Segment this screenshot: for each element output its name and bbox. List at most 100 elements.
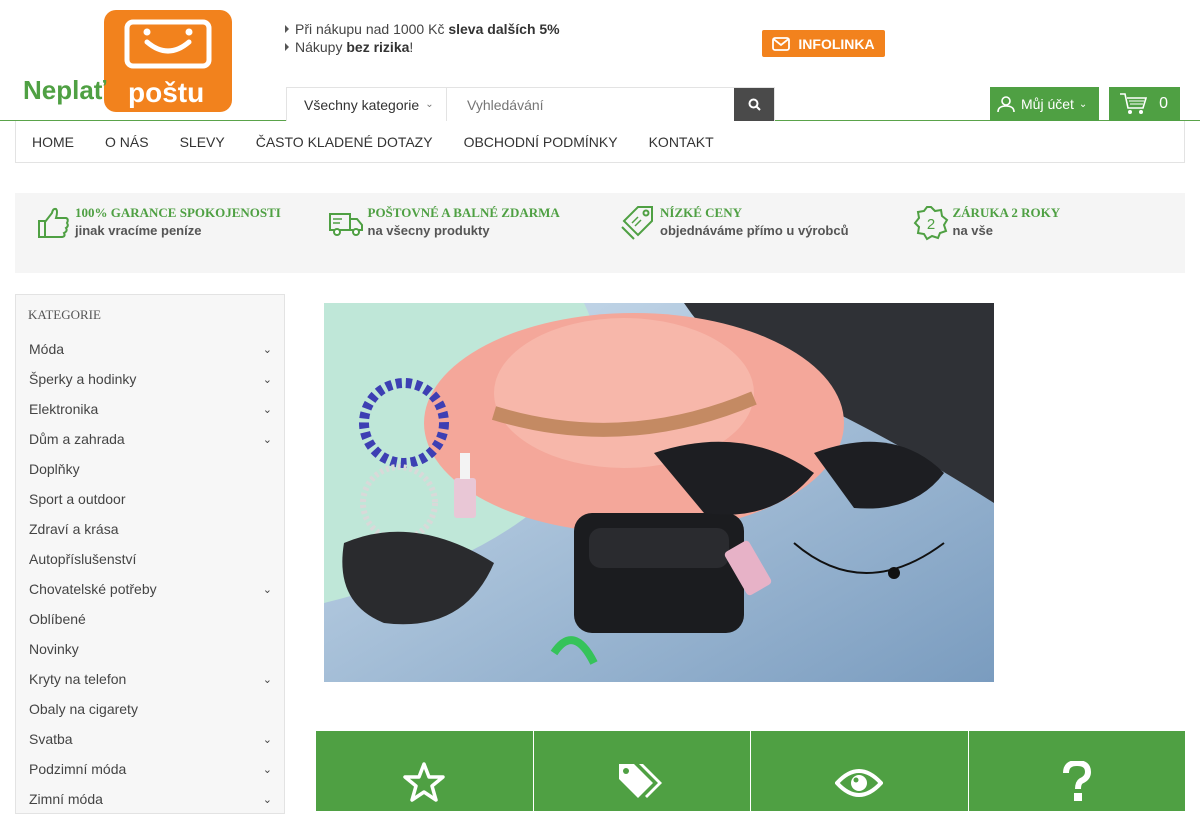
category-item[interactable]: Šperky a hodinky ⌄ xyxy=(16,364,284,394)
sidebar-heading: KATEGORIE xyxy=(28,307,101,322)
category-item[interactable]: Dům a zahrada ⌄ xyxy=(16,424,284,454)
logo-text-white: poštu xyxy=(128,77,204,108)
benefits-bar: 100% GARANCE SPOKOJENOSTI jinak vracíme … xyxy=(15,193,1185,273)
chevron-down-icon[interactable]: ⌄ xyxy=(263,373,272,386)
category-list: Móda ⌄ Šperky a hodinky ⌄ Elektronika ⌄ Dům a … xyxy=(16,334,284,814)
search-bar: Všechny kategorie ⌄ xyxy=(286,87,775,121)
category-item[interactable]: Podzimní móda ⌄ xyxy=(16,754,284,784)
category-item-label: Novinky xyxy=(29,641,79,657)
search-button[interactable] xyxy=(734,88,774,121)
question-icon xyxy=(1062,761,1091,801)
svg-text:2: 2 xyxy=(926,216,934,233)
tags-icon xyxy=(618,764,662,798)
benefit-title: 100% GARANCE SPOKOJENOSTI xyxy=(75,205,281,220)
hero-banner-image[interactable] xyxy=(324,303,994,682)
category-item[interactable]: Obaly na cigarety xyxy=(16,694,284,724)
category-item[interactable]: Zdraví a krása xyxy=(16,514,284,544)
tile-favorites[interactable] xyxy=(316,731,533,811)
category-item[interactable]: Sport a outdoor xyxy=(16,484,284,514)
benefit-subtitle: objednáváme přímo u výrobců xyxy=(660,223,849,238)
chevron-down-icon[interactable]: ⌄ xyxy=(263,793,272,806)
promo-line-1-bold: sleva dalších 5% xyxy=(448,21,560,37)
category-item[interactable]: Zimní móda ⌄ xyxy=(16,784,284,814)
price-tag-icon xyxy=(621,206,653,240)
site-logo[interactable]: Neplať poštu xyxy=(22,8,234,114)
tile-help[interactable] xyxy=(968,731,1185,811)
promo-line-2-suffix: ! xyxy=(409,39,414,55)
nav-contact[interactable]: KONTAKT xyxy=(649,134,714,150)
chevron-down-icon[interactable]: ⌄ xyxy=(263,733,272,746)
benefit-title: NÍZKÉ CENY xyxy=(660,205,742,220)
category-item-label: Obaly na cigarety xyxy=(29,701,138,717)
bullet-triangle-icon xyxy=(285,25,289,33)
nav-terms[interactable]: OBCHODNÍ PODMÍNKY xyxy=(464,134,618,150)
tile-watched[interactable] xyxy=(751,731,968,811)
benefit-title: POŠTOVNÉ A BALNÉ ZDARMA xyxy=(367,205,560,220)
chevron-down-icon[interactable]: ⌄ xyxy=(263,583,272,596)
category-item-label: Elektronika xyxy=(29,401,99,417)
search-input[interactable] xyxy=(447,88,734,121)
chevron-down-icon[interactable]: ⌄ xyxy=(263,343,272,356)
tile-discounts[interactable] xyxy=(533,731,750,811)
category-item[interactable]: Novinky xyxy=(16,634,284,664)
promo-line-2-prefix: Nákupy xyxy=(295,39,343,55)
eye-icon xyxy=(835,769,884,797)
category-item[interactable]: Kryty na telefon ⌄ xyxy=(16,664,284,694)
chevron-down-icon[interactable]: ⌄ xyxy=(263,673,272,686)
benefit-subtitle: na vše xyxy=(952,223,993,238)
infolinka-label: INFOLINKA xyxy=(798,35,875,52)
category-item-label: Zdraví a krása xyxy=(29,521,119,537)
logo-text-green: Neplať xyxy=(23,75,107,105)
promo-line-1: Při nákupu nad 1000 Kč sleva dalších 5% xyxy=(285,20,560,38)
cart-button[interactable]: 0 xyxy=(1109,87,1180,121)
nav-faq[interactable]: ČASTO KLADENÉ DOTAZY xyxy=(256,134,433,150)
account-button[interactable]: Můj účet ⌄ xyxy=(990,87,1099,121)
thumbs-up-icon xyxy=(38,207,69,238)
nav-about[interactable]: O NÁS xyxy=(105,134,149,150)
benefit-title: ZÁRUKA 2 ROKY xyxy=(952,205,1061,220)
category-item[interactable]: Chovatelské potřeby ⌄ xyxy=(16,574,284,604)
category-item[interactable]: Oblíbené xyxy=(16,604,284,634)
category-item-label: Kryty na telefon xyxy=(29,671,127,687)
nav-discounts[interactable]: SLEVY xyxy=(180,134,225,150)
feature-tiles xyxy=(316,731,1185,811)
nav-home[interactable]: HOME xyxy=(32,134,74,150)
category-item[interactable]: Móda ⌄ xyxy=(16,334,284,364)
category-item-label: Dům a zahrada xyxy=(29,431,125,447)
benefit-low-prices: NÍZKÉ CENY objednáváme přímo u výrobců xyxy=(600,193,893,273)
site-header: Neplať poštu Při nákupu nad 1000 Kč slev… xyxy=(0,0,1200,121)
category-item[interactable]: Elektronika ⌄ xyxy=(16,394,284,424)
category-item-label: Doplňky xyxy=(29,461,80,477)
account-label: Můj účet xyxy=(1021,96,1074,112)
search-icon xyxy=(748,98,761,111)
category-item[interactable]: Svatba ⌄ xyxy=(16,724,284,754)
category-select[interactable]: Všechny kategorie ⌄ xyxy=(287,88,447,121)
category-item-label: Móda xyxy=(29,341,65,357)
chevron-down-icon[interactable]: ⌄ xyxy=(263,403,272,416)
promo-text: Při nákupu nad 1000 Kč sleva dalších 5% … xyxy=(285,20,560,56)
chevron-down-icon[interactable]: ⌄ xyxy=(263,433,272,446)
promo-line-2-bold: bez rizika xyxy=(346,39,410,55)
cart-count: 0 xyxy=(1159,95,1168,112)
category-item[interactable]: Doplňky xyxy=(16,454,284,484)
category-item-label: Zimní móda xyxy=(29,791,103,807)
category-sidebar: KATEGORIE Móda ⌄ Šperky a hodinky ⌄ Elektron… xyxy=(15,294,285,814)
category-item[interactable]: Autopříslušenství xyxy=(16,544,284,574)
shopping-cart-icon xyxy=(1120,93,1148,114)
category-item-label: Šperky a hodinky xyxy=(29,371,137,387)
benefit-subtitle: na všecny produkty xyxy=(367,223,490,238)
envelope-icon xyxy=(772,36,791,51)
category-item-label: Sport a outdoor xyxy=(29,491,126,507)
infolinka-button[interactable]: INFOLINKA xyxy=(762,30,885,57)
benefit-subtitle: jinak vracíme peníze xyxy=(75,223,202,238)
user-icon xyxy=(997,96,1015,113)
star-icon xyxy=(403,762,445,802)
benefit-guarantee: 100% GARANCE SPOKOJENOSTI jinak vracíme … xyxy=(15,193,308,273)
chevron-down-icon: ⌄ xyxy=(1078,98,1088,110)
badge-2-icon: 2 xyxy=(913,206,948,241)
main-nav: HOME O NÁS SLEVY ČASTO KLADENÉ DOTAZY OB… xyxy=(15,121,1185,163)
benefit-warranty: 2 ZÁRUKA 2 ROKY na vše xyxy=(893,193,1186,273)
chevron-down-icon[interactable]: ⌄ xyxy=(263,763,272,776)
category-item-label: Podzimní móda xyxy=(29,761,127,777)
category-select-value: Všechny kategorie xyxy=(304,96,420,113)
